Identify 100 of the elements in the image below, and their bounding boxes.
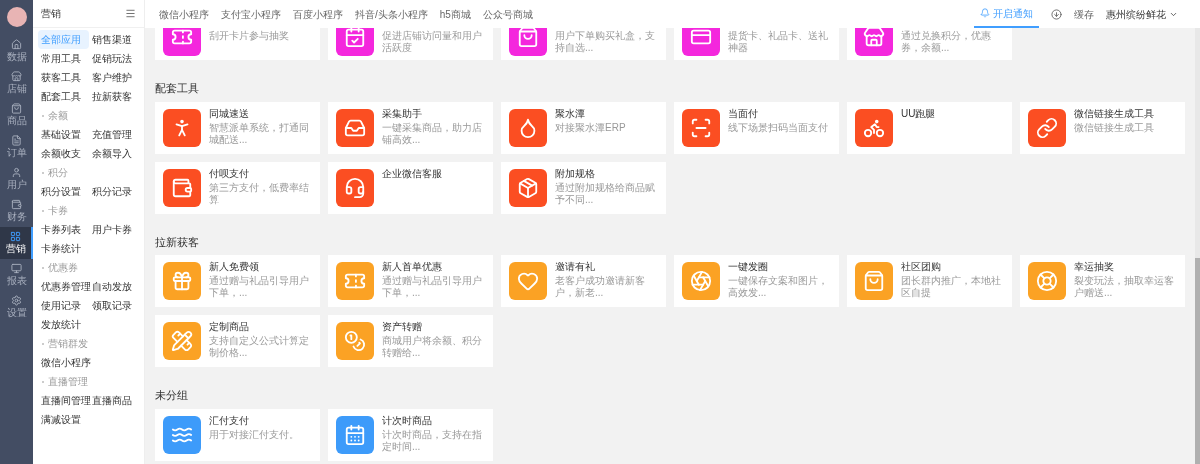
tool-card[interactable]: 付呗支付 第三方支付，低费率结算 xyxy=(155,161,320,214)
tool-description: 通过赠与礼品引导用户下单，... xyxy=(209,275,310,299)
menu-item[interactable]: 充值管理 xyxy=(88,125,139,144)
menu-group-heading: 直播管理 xyxy=(38,372,139,391)
tool-description: 团长群内推广，本地社区自提 xyxy=(901,275,1002,299)
tool-name: 幸运抽奖 xyxy=(1074,261,1115,273)
document-icon xyxy=(11,135,22,146)
menu-group-heading: 营销群发 xyxy=(38,334,139,353)
menu-item[interactable]: 优惠券管理 xyxy=(38,277,89,296)
tool-card[interactable]: 一键发圈 一键保存文案和图片，高效发... xyxy=(674,255,839,307)
rail-item[interactable]: 报表 xyxy=(0,259,33,291)
avatar[interactable] xyxy=(6,7,27,27)
menu-group-heading: 积分 xyxy=(38,163,139,182)
menu-item[interactable]: 直播间管理 xyxy=(38,391,89,410)
rail-item[interactable]: 用户 xyxy=(0,163,33,195)
rail-item[interactable]: 订单 xyxy=(0,131,33,163)
rail-item[interactable]: 营销 xyxy=(0,227,33,259)
tool-card[interactable]: 微信链接生成工具 微信链接生成工具 xyxy=(1020,101,1185,154)
tool-card[interactable]: 邀请有礼 老客户成功邀请新客户，新老... xyxy=(501,255,666,307)
bag-icon xyxy=(11,103,22,114)
tool-name: UU跑腿 xyxy=(901,107,936,120)
section-title: 未分组 xyxy=(155,388,189,403)
rail-item[interactable]: 商品 xyxy=(0,99,33,131)
tool-card[interactable]: 新人首单优惠 通过赠与礼品引导用户下单，... xyxy=(328,255,493,307)
tool-description: 对接聚水潭ERP xyxy=(555,121,626,134)
channel-tab[interactable]: 百度小程序 xyxy=(293,6,343,22)
menu-item[interactable]: 积分设置 xyxy=(38,182,89,201)
tool-name: 新人免费领 xyxy=(209,261,260,273)
menu-icon[interactable] xyxy=(125,8,136,19)
tool-card[interactable]: UU跑腿 xyxy=(847,101,1012,154)
tool-card[interactable]: 资产转赠 商城用户将余额、积分转赠给... xyxy=(328,315,493,367)
settings-icon xyxy=(11,295,22,306)
menu-item[interactable]: 卡券列表 xyxy=(38,220,89,239)
channel-tab[interactable]: h5商城 xyxy=(439,6,471,22)
tool-description: 裂变玩法，抽取幸运客户赠送... xyxy=(1074,275,1175,299)
rail-item[interactable]: 财务 xyxy=(0,195,33,227)
menu-item[interactable]: 获客工具 xyxy=(38,68,89,87)
tool-card[interactable]: 幸运抽奖 裂变玩法，抽取幸运客户赠送... xyxy=(1020,255,1185,307)
section-title: 拉新获客 xyxy=(155,234,200,250)
tool-description: 通过附加规格给商品赋予不同... xyxy=(555,181,656,206)
menu-item[interactable]: 销售渠道 xyxy=(88,30,139,49)
scrollbar[interactable] xyxy=(1195,28,1200,464)
menu-item[interactable]: 微信小程序 xyxy=(38,353,89,372)
tool-description: 促进店铺访问量和用户活跃度 xyxy=(382,30,483,54)
tool-card[interactable]: 新人免费领 通过赠与礼品引导用户下单，... xyxy=(155,255,320,307)
menu-group-heading: 卡券 xyxy=(38,201,139,220)
tool-card[interactable]: 计次时商品 计次时商品，支持在指定时间... xyxy=(328,408,493,461)
menu-item[interactable]: 常用工具 xyxy=(38,49,89,68)
menu-item[interactable]: 客户维护 xyxy=(88,68,139,87)
tool-card[interactable]: 附加规格 通过附加规格给商品赋予不同... xyxy=(501,161,666,214)
menu-item[interactable]: 用户卡券 xyxy=(88,220,139,239)
tool-name: 邀请有礼 xyxy=(555,261,596,273)
tool-description: 线下场景扫码当面支付 xyxy=(728,121,828,134)
tool-description: 计次时商品，支持在指定时间... xyxy=(382,428,483,453)
store-icon xyxy=(11,71,22,82)
channel-tab[interactable]: 支付宝小程序 xyxy=(221,6,281,22)
tool-card[interactable]: 同城速送 智慧派单系统，打通同城配送... xyxy=(155,101,320,154)
menu-item[interactable]: 领取记录 xyxy=(88,296,139,315)
rail-item[interactable]: 店铺 xyxy=(0,67,33,99)
monitor-icon xyxy=(11,263,22,274)
menu-item[interactable]: 促销玩法 xyxy=(88,49,139,68)
tool-card[interactable]: 社区团购 团长群内推广，本地社区自提 xyxy=(847,255,1012,307)
cache-button[interactable]: 缓存 xyxy=(1074,6,1094,22)
tool-name: 企业微信客服 xyxy=(382,167,442,180)
menu-item[interactable]: 拉新获客 xyxy=(88,87,139,106)
menu-item[interactable]: 发放统计 xyxy=(38,315,89,334)
tool-card[interactable]: 聚水潭 对接聚水潭ERP xyxy=(501,101,666,154)
tool-card[interactable]: 定制商品 支持自定义公式计算定制价格... xyxy=(155,315,320,367)
tool-description: 第三方支付，低费率结算 xyxy=(209,181,310,206)
rail-item[interactable]: 数据 xyxy=(0,35,33,67)
channel-tab[interactable]: 微信小程序 xyxy=(159,6,209,22)
download-icon[interactable] xyxy=(1051,8,1062,20)
tool-name: 计次时商品 xyxy=(382,414,433,427)
tool-card[interactable]: 企业微信客服 xyxy=(328,161,493,214)
tool-name: 付呗支付 xyxy=(209,167,250,180)
menu-item[interactable]: 余额收支 xyxy=(38,144,89,163)
wallet-icon xyxy=(11,199,22,210)
menu-item[interactable]: 基础设置 xyxy=(38,125,89,144)
tool-card[interactable]: 当面付 线下场景扫码当面支付 xyxy=(674,101,839,154)
tool-name: 汇付支付 xyxy=(209,414,250,427)
tool-name: 附加规格 xyxy=(555,167,596,180)
tool-description: 刮开卡片参与抽奖 xyxy=(209,30,289,42)
menu-item[interactable]: 配套工具 xyxy=(38,87,89,106)
menu-item[interactable]: 卡券统计 xyxy=(38,239,89,258)
section-title: 配套工具 xyxy=(155,81,200,96)
tool-name: 采集助手 xyxy=(382,107,423,120)
channel-tab[interactable]: 抖音/头条小程序 xyxy=(355,6,428,22)
bell-icon xyxy=(980,8,990,18)
tool-description: 用于对接汇付支付。 xyxy=(209,428,299,441)
store-dropdown[interactable]: 惠州缤纷鲜花 xyxy=(1106,6,1178,22)
menu-item[interactable]: 余额导入 xyxy=(88,144,139,163)
rail-item[interactable]: 设置 xyxy=(0,291,33,323)
menu-item[interactable]: 满减设置 xyxy=(38,410,89,429)
menu-item[interactable]: 使用记录 xyxy=(38,296,89,315)
tool-description: 商城用户将余额、积分转赠给... xyxy=(382,335,483,359)
channel-tab[interactable]: 公众号商城 xyxy=(482,6,533,22)
tool-description: 通过赠与礼品引导用户下单，... xyxy=(382,275,483,299)
tool-card[interactable]: 汇付支付 用于对接汇付支付。 xyxy=(155,408,320,461)
tool-card[interactable]: 采集助手 一键采集商品，助力店铺高效... xyxy=(328,101,493,154)
menu-item[interactable]: 积分记录 xyxy=(88,182,139,201)
